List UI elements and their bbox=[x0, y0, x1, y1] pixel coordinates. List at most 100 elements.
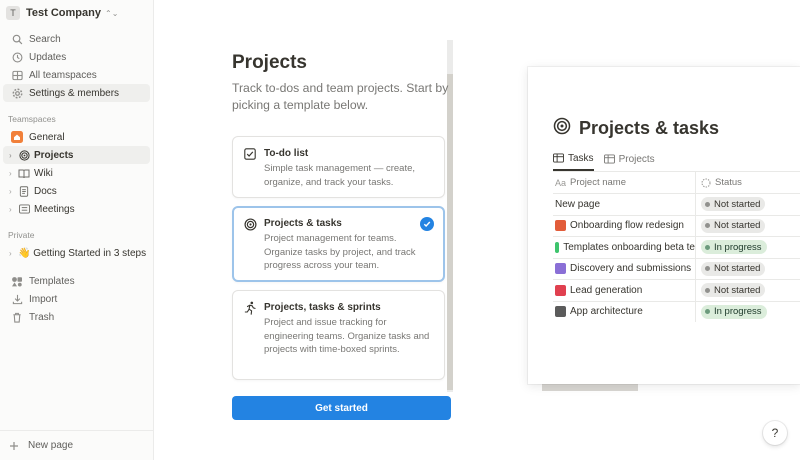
row-name: Lead generation bbox=[570, 284, 643, 296]
tab-projects: Projects bbox=[603, 151, 655, 171]
get-started-button[interactable]: Get started bbox=[232, 396, 451, 420]
sidebar-item-docs[interactable]: › Docs bbox=[3, 182, 150, 200]
new-page-button[interactable]: New page bbox=[0, 430, 153, 460]
template-preview: Projects & tasks Tasks Projects Aa Proje… bbox=[528, 67, 800, 384]
target-icon bbox=[553, 117, 571, 140]
help-button[interactable]: ? bbox=[763, 421, 787, 445]
row-name: Onboarding flow redesign bbox=[570, 220, 684, 232]
sidebar-item-getting-started[interactable]: › 👋 Getting Started in 3 steps bbox=[3, 244, 150, 262]
sidebar-item-all-teamspaces[interactable]: All teamspaces bbox=[3, 66, 150, 84]
option-description: Simple task management — create, organiz… bbox=[264, 163, 416, 188]
sidebar-item-templates[interactable]: Templates bbox=[3, 272, 150, 290]
checkbox-icon bbox=[243, 147, 257, 161]
template-option-projects-tasks[interactable]: Projects & tasks Project management for … bbox=[232, 206, 445, 282]
preview-header: Projects & tasks bbox=[553, 117, 719, 140]
status-badge: Not started bbox=[701, 261, 766, 276]
status-badge: Not started bbox=[701, 197, 766, 212]
row-status-cell: Not started bbox=[696, 216, 800, 237]
workspace-switcher[interactable]: T Test Company ⌃⌄ bbox=[6, 0, 153, 24]
row-name-cell: Lead generation bbox=[553, 280, 696, 301]
template-option-sprints[interactable]: Projects, tasks & sprints Project and is… bbox=[232, 290, 445, 380]
tree-item-label: Wiki bbox=[34, 167, 53, 179]
page-emoji-icon bbox=[555, 220, 566, 232]
shapes-icon bbox=[11, 275, 23, 287]
workspace-avatar: T bbox=[6, 6, 20, 20]
chevron-right-icon[interactable]: › bbox=[9, 151, 18, 160]
table-row: Templates onboarding beta te In progress bbox=[553, 236, 800, 258]
sidebar-item-label: Settings & members bbox=[29, 87, 120, 99]
table-icon bbox=[553, 153, 564, 163]
row-status-cell: In progress bbox=[696, 302, 800, 323]
tree-item-label: Meetings bbox=[34, 203, 75, 215]
teamspace-label: General bbox=[29, 131, 65, 143]
column-header-status: Status bbox=[696, 172, 800, 193]
status-badge: In progress bbox=[701, 240, 767, 255]
text-property-icon: Aa bbox=[555, 177, 567, 188]
page-emoji-icon bbox=[555, 263, 566, 275]
sidebar-item-trash[interactable]: Trash bbox=[3, 308, 150, 326]
sidebar-item-updates[interactable]: Updates bbox=[3, 48, 150, 66]
plus-icon bbox=[8, 440, 20, 452]
status-label: Not started bbox=[714, 263, 761, 275]
sidebar-item-settings[interactable]: Settings & members bbox=[3, 84, 150, 102]
row-name: Discovery and submissions bbox=[570, 263, 692, 275]
sidebar-item-search[interactable]: Search bbox=[3, 30, 150, 48]
sidebar: T Test Company ⌃⌄ Search Updates All tea… bbox=[0, 0, 154, 460]
row-status-cell: Not started bbox=[696, 280, 800, 301]
row-name-cell: Onboarding flow redesign bbox=[553, 215, 696, 236]
status-property-icon bbox=[701, 177, 711, 188]
book-icon bbox=[18, 167, 30, 179]
sidebar-item-import[interactable]: Import bbox=[3, 290, 150, 308]
new-page-label: New page bbox=[28, 440, 74, 451]
status-badge: In progress bbox=[701, 304, 767, 319]
row-name-cell: New page bbox=[553, 194, 696, 215]
sidebar-item-meetings[interactable]: › Meetings bbox=[3, 200, 150, 218]
status-label: Not started bbox=[714, 284, 761, 296]
sidebar-item-label: Templates bbox=[29, 275, 75, 287]
sidebar-item-label: Import bbox=[29, 293, 58, 305]
clock-icon bbox=[11, 51, 23, 63]
table-row: Onboarding flow redesign Not started bbox=[553, 214, 800, 237]
search-icon bbox=[11, 33, 23, 45]
sidebar-item-projects[interactable]: › Projects bbox=[3, 146, 150, 164]
row-status-cell: Not started bbox=[696, 259, 800, 280]
status-label: Not started bbox=[714, 220, 761, 232]
teamspace-general[interactable]: General bbox=[3, 128, 150, 146]
row-name-cell: Templates onboarding beta te bbox=[553, 237, 696, 258]
option-title: Projects, tasks & sprints bbox=[264, 302, 381, 313]
template-option-todo[interactable]: To-do list Simple task management — crea… bbox=[232, 136, 445, 198]
page-emoji-icon bbox=[555, 284, 566, 296]
gear-icon bbox=[11, 87, 23, 99]
workspace-name: Test Company bbox=[26, 7, 101, 19]
row-name: New page bbox=[555, 198, 601, 210]
tree-item-label: Docs bbox=[34, 185, 57, 197]
target-icon bbox=[18, 149, 30, 161]
tab-tasks: Tasks bbox=[553, 151, 594, 171]
status-dot-icon bbox=[705, 266, 710, 272]
chevron-updown-icon: ⌃⌄ bbox=[104, 8, 119, 18]
page-emoji-icon bbox=[555, 241, 560, 253]
status-badge: Not started bbox=[701, 218, 766, 233]
table-header-row: Aa Project name Status bbox=[553, 171, 800, 193]
sidebar-item-label: Updates bbox=[29, 51, 67, 63]
status-dot-icon bbox=[705, 309, 710, 315]
chevron-right-icon[interactable]: › bbox=[9, 187, 18, 196]
teamspaces-heading: Teamspaces bbox=[8, 114, 56, 124]
option-description: Project management for teams. Organize t… bbox=[264, 233, 416, 271]
status-dot-icon bbox=[705, 201, 710, 207]
sidebar-item-label: Search bbox=[29, 33, 61, 45]
column-label: Status bbox=[715, 177, 742, 188]
tree-item-label: 👋 Getting Started in 3 steps bbox=[18, 247, 147, 259]
house-icon bbox=[11, 131, 23, 143]
row-name: Templates onboarding beta te bbox=[563, 241, 695, 253]
chevron-right-icon[interactable]: › bbox=[9, 169, 18, 178]
picker-title: Projects bbox=[232, 52, 307, 73]
tree-item-label: Projects bbox=[34, 149, 74, 161]
chevron-right-icon[interactable]: › bbox=[9, 205, 18, 214]
status-label: In progress bbox=[714, 241, 762, 253]
target-icon bbox=[243, 217, 257, 231]
sidebar-item-wiki[interactable]: › Wiki bbox=[3, 164, 150, 182]
chevron-right-icon[interactable]: › bbox=[9, 249, 18, 258]
list-icon bbox=[18, 203, 30, 215]
table-row: Discovery and submissions Not started bbox=[553, 257, 800, 280]
